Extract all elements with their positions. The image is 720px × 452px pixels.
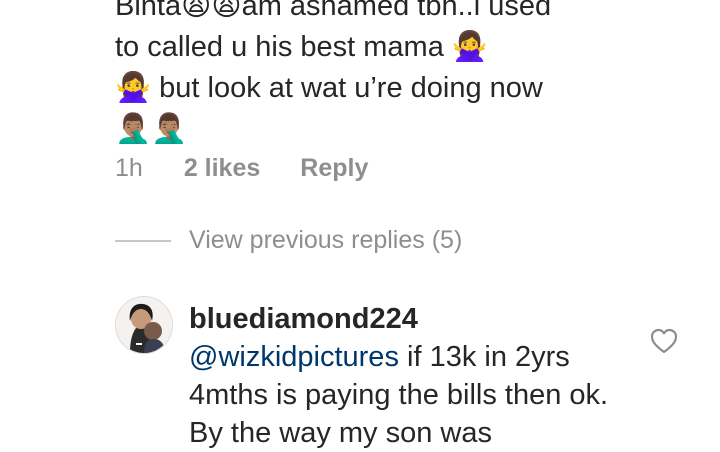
reply-mention-link[interactable]: @wizkidpictures xyxy=(189,341,399,373)
comment-timestamp: 1h xyxy=(115,154,143,182)
comment-likes-link[interactable]: 2 likes xyxy=(184,154,260,183)
comment-line: 🤦🏽‍♂️🤦🏽‍♂️ xyxy=(115,113,188,145)
divider-line xyxy=(115,239,171,242)
reply-button[interactable]: Reply xyxy=(300,154,368,183)
parent-comment-text: Binta😩😩am ashamed tbh..i used to called … xyxy=(115,0,675,150)
reply-username[interactable]: bluediamond224 xyxy=(189,300,629,338)
comment-line: to called u his best mama 🙅‍♀️ xyxy=(115,31,488,63)
avatar[interactable] xyxy=(115,296,173,354)
comment-meta: 1h 2 likes Reply xyxy=(115,154,368,183)
comment-line: Binta😩😩am ashamed tbh..i used xyxy=(115,0,552,22)
view-previous-replies-label[interactable]: View previous replies (5) xyxy=(189,226,462,255)
comment-line: 🙅‍♀️ but look at wat u’re doing now xyxy=(115,72,543,104)
reply-body: bluediamond224 @wizkidpictures if 13k in… xyxy=(189,300,629,452)
view-previous-replies[interactable]: View previous replies (5) xyxy=(115,226,462,255)
avatar-image xyxy=(116,297,172,353)
heart-icon[interactable] xyxy=(650,328,678,354)
